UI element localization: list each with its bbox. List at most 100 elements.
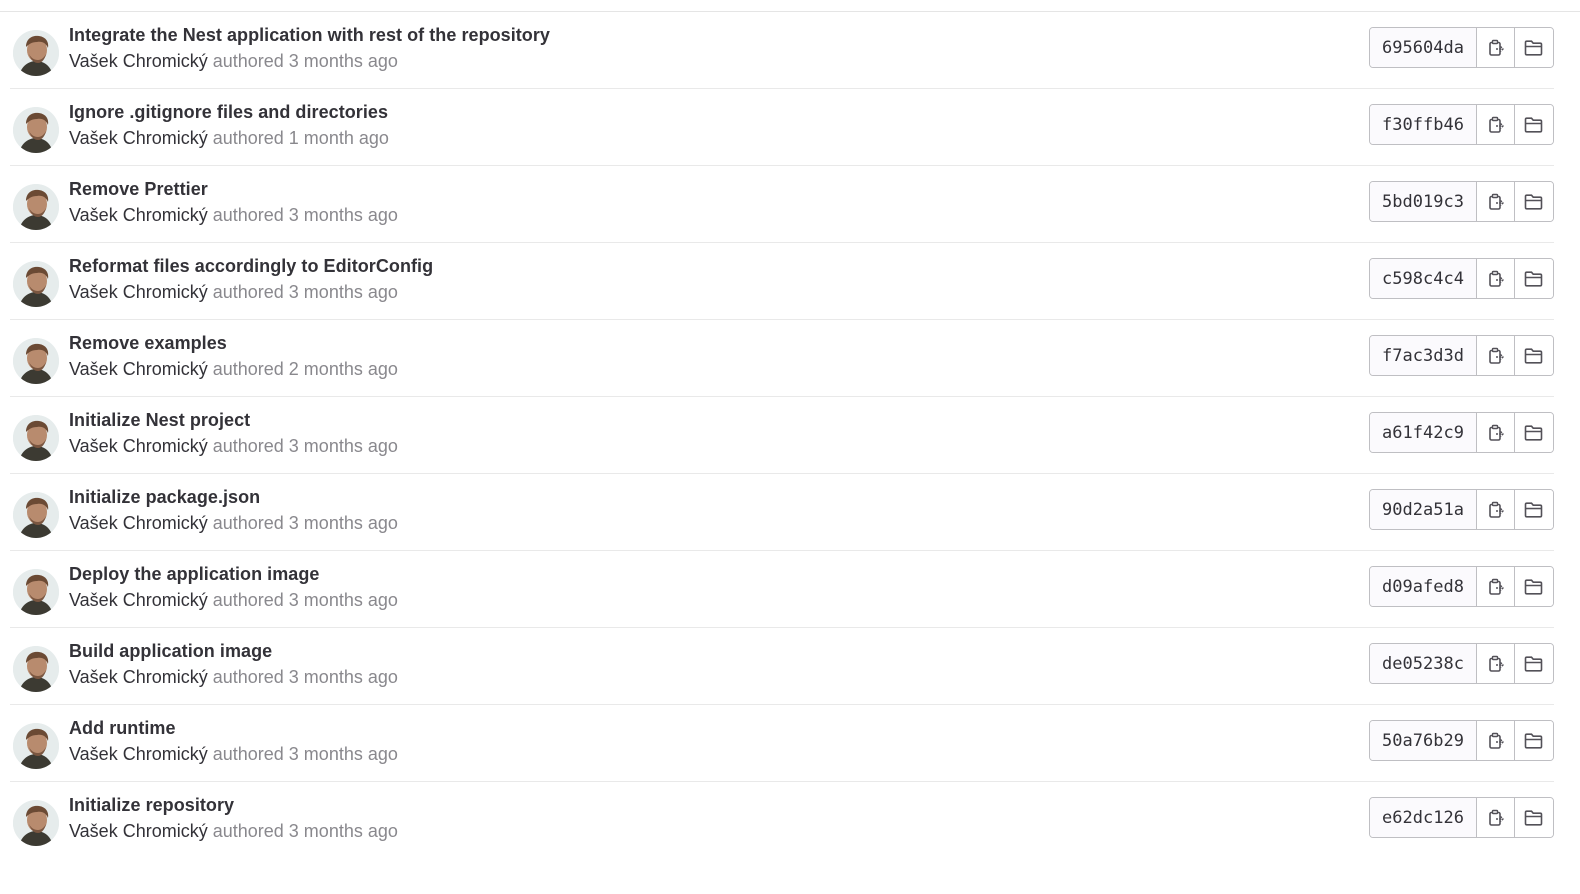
- commit-sha[interactable]: d09afed8: [1370, 567, 1477, 606]
- commit-sha[interactable]: e62dc126: [1370, 798, 1477, 837]
- commit-title[interactable]: Reformat files accordingly to EditorConf…: [69, 256, 433, 277]
- author-avatar[interactable]: [13, 646, 59, 692]
- copy-sha-button[interactable]: [1477, 259, 1515, 298]
- commit-row: Remove Prettier Vašek Chromický authored…: [10, 166, 1554, 243]
- browse-files-button[interactable]: [1515, 490, 1553, 529]
- copy-sha-icon: [1488, 655, 1504, 672]
- browse-files-button[interactable]: [1515, 413, 1553, 452]
- author-name[interactable]: Vašek Chromický: [69, 282, 208, 302]
- copy-sha-button[interactable]: [1477, 182, 1515, 221]
- commit-sha[interactable]: a61f42c9: [1370, 413, 1477, 452]
- author-avatar[interactable]: [13, 800, 59, 846]
- author-name[interactable]: Vašek Chromický: [69, 667, 208, 687]
- copy-sha-icon: [1488, 116, 1504, 133]
- browse-files-button[interactable]: [1515, 105, 1553, 144]
- commit-row: Add runtime Vašek Chromický authored 3 m…: [10, 705, 1554, 782]
- copy-sha-button[interactable]: [1477, 336, 1515, 375]
- commit-title[interactable]: Initialize Nest project: [69, 410, 250, 431]
- author-avatar[interactable]: [13, 723, 59, 769]
- commit-row: Ignore .gitignore files and directories …: [10, 89, 1554, 166]
- browse-files-button[interactable]: [1515, 259, 1553, 298]
- commit-time: 1 month ago: [288, 128, 389, 148]
- copy-sha-button[interactable]: [1477, 490, 1515, 529]
- author-avatar[interactable]: [13, 107, 59, 153]
- commit-meta: Vašek Chromický authored 3 months ago: [69, 590, 398, 611]
- browse-files-button[interactable]: [1515, 182, 1553, 221]
- commit-actions: d09afed8: [1369, 566, 1554, 607]
- commit-title[interactable]: Build application image: [69, 641, 272, 662]
- copy-sha-button[interactable]: [1477, 28, 1515, 67]
- author-name[interactable]: Vašek Chromický: [69, 205, 208, 225]
- author-name[interactable]: Vašek Chromický: [69, 51, 208, 71]
- commit-sha[interactable]: de05238c: [1370, 644, 1477, 683]
- copy-sha-icon: [1488, 39, 1504, 56]
- commit-time: 3 months ago: [288, 51, 398, 71]
- author-avatar[interactable]: [13, 30, 59, 76]
- commit-title[interactable]: Initialize package.json: [69, 487, 260, 508]
- folder-open-icon: [1524, 424, 1543, 441]
- copy-sha-button[interactable]: [1477, 644, 1515, 683]
- author-name[interactable]: Vašek Chromický: [69, 128, 208, 148]
- author-name[interactable]: Vašek Chromický: [69, 744, 208, 764]
- commit-row: Initialize Nest project Vašek Chromický …: [10, 397, 1554, 474]
- copy-sha-button[interactable]: [1477, 798, 1515, 837]
- commit-title[interactable]: Remove examples: [69, 333, 227, 354]
- commit-sha[interactable]: 695604da: [1370, 28, 1477, 67]
- commit-actions: f30ffb46: [1369, 104, 1554, 145]
- commit-title[interactable]: Integrate the Nest application with rest…: [69, 25, 550, 46]
- authored-label: authored: [212, 744, 284, 764]
- commit-sha[interactable]: 50a76b29: [1370, 721, 1477, 760]
- commit-meta: Vašek Chromický authored 3 months ago: [69, 667, 398, 688]
- author-avatar[interactable]: [13, 338, 59, 384]
- commit-time: 2 months ago: [288, 359, 398, 379]
- commit-actions: e62dc126: [1369, 797, 1554, 838]
- commit-sha[interactable]: 90d2a51a: [1370, 490, 1477, 529]
- commit-list: Integrate the Nest application with rest…: [0, 11, 1580, 894]
- author-name[interactable]: Vašek Chromický: [69, 436, 208, 456]
- browse-files-button[interactable]: [1515, 721, 1553, 760]
- commit-title[interactable]: Remove Prettier: [69, 179, 208, 200]
- commit-title[interactable]: Add runtime: [69, 718, 176, 739]
- authored-label: authored: [212, 821, 284, 841]
- commit-title[interactable]: Deploy the application image: [69, 564, 319, 585]
- author-avatar[interactable]: [13, 492, 59, 538]
- commit-meta: Vašek Chromický authored 2 months ago: [69, 359, 398, 380]
- author-name[interactable]: Vašek Chromický: [69, 821, 208, 841]
- browse-files-button[interactable]: [1515, 336, 1553, 375]
- commit-row: Deploy the application image Vašek Chrom…: [10, 551, 1554, 628]
- copy-sha-button[interactable]: [1477, 721, 1515, 760]
- author-avatar[interactable]: [13, 415, 59, 461]
- commit-row: Reformat files accordingly to EditorConf…: [10, 243, 1554, 320]
- commit-meta: Vašek Chromický authored 3 months ago: [69, 821, 398, 842]
- commit-sha[interactable]: c598c4c4: [1370, 259, 1477, 298]
- author-avatar[interactable]: [13, 184, 59, 230]
- browse-files-button[interactable]: [1515, 567, 1553, 606]
- copy-sha-icon: [1488, 270, 1504, 287]
- browse-files-button[interactable]: [1515, 644, 1553, 683]
- author-name[interactable]: Vašek Chromický: [69, 590, 208, 610]
- copy-sha-button[interactable]: [1477, 567, 1515, 606]
- browse-files-button[interactable]: [1515, 798, 1553, 837]
- browse-files-button[interactable]: [1515, 28, 1553, 67]
- commit-actions: f7ac3d3d: [1369, 335, 1554, 376]
- copy-sha-icon: [1488, 732, 1504, 749]
- authored-label: authored: [212, 667, 284, 687]
- copy-sha-icon: [1488, 809, 1504, 826]
- commit-sha[interactable]: 5bd019c3: [1370, 182, 1477, 221]
- commit-title[interactable]: Initialize repository: [69, 795, 234, 816]
- commit-sha[interactable]: f30ffb46: [1370, 105, 1477, 144]
- commit-sha[interactable]: f7ac3d3d: [1370, 336, 1477, 375]
- author-name[interactable]: Vašek Chromický: [69, 513, 208, 533]
- copy-sha-button[interactable]: [1477, 413, 1515, 452]
- folder-open-icon: [1524, 193, 1543, 210]
- commit-time: 3 months ago: [288, 513, 398, 533]
- authored-label: authored: [212, 51, 284, 71]
- copy-sha-button[interactable]: [1477, 105, 1515, 144]
- commit-title[interactable]: Ignore .gitignore files and directories: [69, 102, 388, 123]
- folder-open-icon: [1524, 655, 1543, 672]
- author-avatar[interactable]: [13, 569, 59, 615]
- commit-meta: Vašek Chromický authored 1 month ago: [69, 128, 389, 149]
- authored-label: authored: [212, 128, 284, 148]
- author-avatar[interactable]: [13, 261, 59, 307]
- author-name[interactable]: Vašek Chromický: [69, 359, 208, 379]
